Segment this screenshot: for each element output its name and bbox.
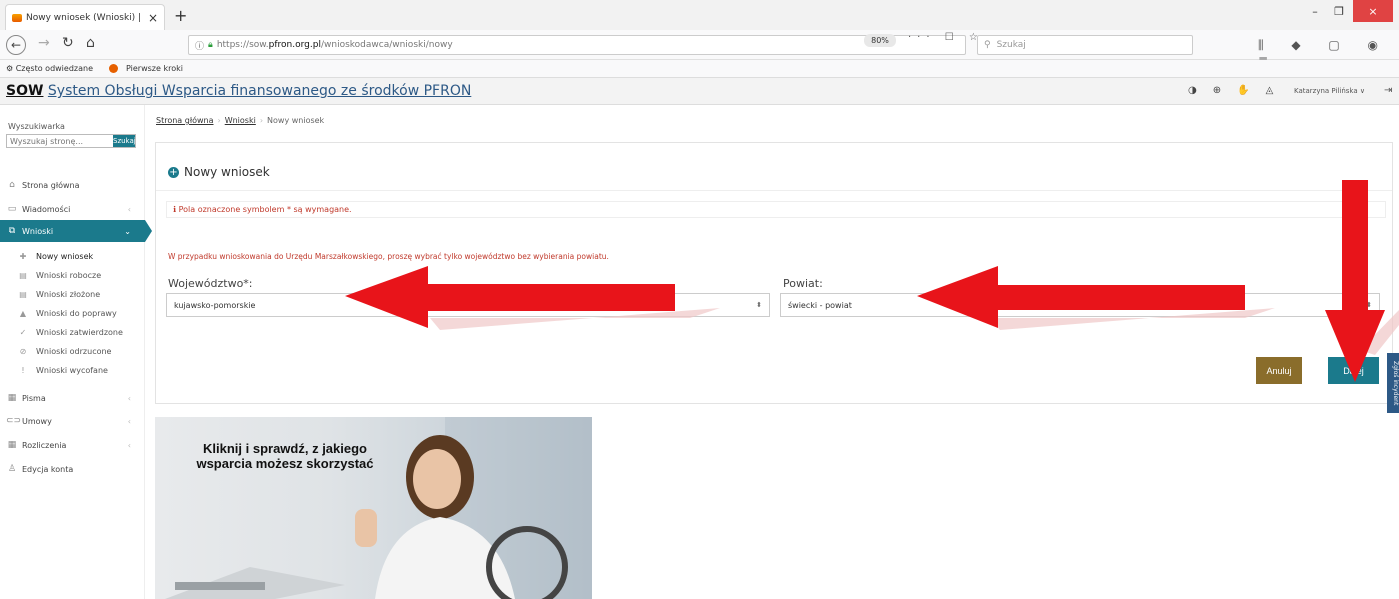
plus-circle-icon: +	[168, 166, 179, 178]
maximize-icon[interactable]: ❐	[1330, 0, 1348, 22]
warning-icon: ▲	[19, 309, 27, 318]
bookmark-most-visited[interactable]: ⚙ Często odwiedzane	[6, 64, 101, 73]
exclamation-icon: !	[21, 366, 25, 375]
search-icon: ⚲	[984, 40, 991, 50]
next-button[interactable]: Dalej	[1328, 357, 1379, 384]
site-favicon-icon	[12, 13, 22, 22]
select-caret-icon: ⬍	[756, 301, 762, 309]
sidebar-sub-drafts[interactable]: ▤ Wnioski robocze	[0, 266, 145, 285]
envelope-icon: ▭	[7, 204, 17, 214]
info-icon[interactable]: ⓘ	[195, 39, 204, 52]
browser-tab-bar: Nowy wniosek (Wnioski) | SOW × + – ❐ ×	[0, 0, 1399, 30]
page-actions-icon[interactable]: ··· ☐ ☆	[908, 32, 984, 43]
new-tab-icon[interactable]: +	[174, 6, 187, 25]
sidebar-item-settlements[interactable]: ▦ Rozliczenia ‹	[0, 434, 145, 456]
sidebar-search: Szukaj	[6, 134, 136, 148]
window-close-icon[interactable]: ×	[1353, 0, 1393, 22]
sidebar-sub-to-correct[interactable]: ▲ Wnioski do poprawy	[0, 304, 145, 323]
back-icon[interactable]: ←	[6, 35, 26, 55]
sidebar-sub-submitted[interactable]: ▤ Wnioski złożone	[0, 285, 145, 304]
user-menu[interactable]: Katarzyna Pilińska ∨	[1294, 87, 1365, 95]
lock-icon: 🔒︎	[208, 40, 213, 50]
cancel-button[interactable]: Anuluj	[1256, 357, 1302, 384]
zoom-icon[interactable]: ⊕	[1213, 85, 1221, 96]
ban-icon: ⊘	[19, 347, 27, 356]
app-header: SOW System Obsługi Wsparcia finansowaneg…	[0, 78, 1399, 105]
banner-headline-2: wsparcia możesz skorzystać	[196, 456, 374, 471]
minimize-icon[interactable]: –	[1306, 0, 1324, 22]
breadcrumb: Strona główna › Wnioski › Nowy wniosek	[156, 116, 325, 125]
sidebar-item-home[interactable]: ⌂ Strona główna	[0, 174, 145, 196]
home-icon[interactable]: ⌂	[86, 35, 95, 51]
sidebar-search-button[interactable]: Szukaj	[113, 135, 136, 147]
select-caret-icon: ⬍	[1366, 301, 1372, 309]
sidebar-sub-approved[interactable]: ✓ Wnioski zatwierdzone	[0, 323, 145, 342]
table-icon: ▦	[7, 440, 17, 450]
header-icons: ◑ ⊕ ✋ ◬	[1188, 85, 1273, 96]
hint-text: W przypadku wnioskowania do Urzędu Marsz…	[168, 252, 609, 261]
breadcrumb-current: Nowy wniosek	[267, 116, 325, 125]
document-icon: ▤	[19, 271, 27, 280]
divider	[156, 190, 1392, 191]
brand-short: SOW	[6, 83, 44, 99]
sidebar-sub-withdrawn[interactable]: ! Wnioski wycofane	[0, 361, 145, 380]
url-text: https://sow.pfron.org.pl/wnioskodawca/wn…	[216, 40, 453, 50]
browser-search-input[interactable]: ⚲ Szukaj	[977, 35, 1193, 55]
banner-headline-1: Kliknij i sprawdź, z jakiego	[203, 441, 367, 456]
county-select[interactable]: świecki - powiat ⬍	[780, 293, 1380, 317]
plus-circle-icon: ✚	[19, 252, 27, 261]
sidebar-item-letters[interactable]: ▦ Pisma ‹	[0, 387, 145, 409]
browser-nav-bar: ← → ↻ ⌂ ⓘ 🔒︎ https://sow.pfron.org.pl/wn…	[0, 30, 1399, 67]
contrast-icon[interactable]: ◑	[1188, 85, 1197, 96]
bookmarks-bar: ⚙ Często odwiedzane Pierwsze kroki	[0, 60, 1399, 78]
breadcrumb-home[interactable]: Strona główna	[156, 116, 214, 125]
sign-language-icon[interactable]: ✋	[1237, 85, 1249, 96]
county-label: Powiat:	[783, 277, 823, 290]
home-icon: ⌂	[9, 180, 15, 190]
page-title: + Nowy wniosek	[168, 165, 270, 179]
sidebar: Wyszukiwarka Szukaj ⌂Strona główna ▭Wiad…	[0, 105, 152, 599]
required-fields-note: ℹ Pola oznaczone symbolem * są wymagane.	[166, 201, 1386, 218]
forward-icon[interactable]: →	[38, 35, 50, 51]
sidebar-item-messages[interactable]: ▭ Wiadomości ‹	[0, 198, 145, 220]
new-application-panel: + Nowy wniosek ℹ Pola oznaczone symbolem…	[155, 142, 1393, 404]
voivodeship-select[interactable]: kujawsko-pomorskie ⬍	[166, 293, 770, 317]
brand-full: System Obsługi Wsparcia finansowanego ze…	[47, 83, 472, 99]
sidebar-item-applications[interactable]: ⧉ Wnioski ⌄	[0, 220, 152, 242]
sidebar-item-account[interactable]: ♙ Edycja konta	[0, 458, 145, 480]
sidebar-sub-new-application[interactable]: ✚ Nowy wniosek	[0, 247, 145, 266]
firefox-icon	[109, 64, 118, 73]
handshake-icon: ⊂⊃	[6, 416, 22, 426]
close-tab-icon[interactable]: ×	[148, 11, 158, 25]
newspaper-icon: ▦	[7, 393, 17, 403]
report-incident-tab[interactable]: Zgłoś incydent	[1387, 353, 1399, 413]
logout-icon[interactable]: ⇥	[1384, 85, 1392, 96]
user-icon: ♙	[7, 464, 17, 474]
sidebar-search-input[interactable]	[7, 135, 113, 147]
app-brand[interactable]: SOW System Obsługi Wsparcia finansowaneg…	[6, 83, 471, 99]
url-bar[interactable]: ⓘ 🔒︎ https://sow.pfron.org.pl/wnioskodaw…	[188, 35, 966, 55]
sidebar-sub-rejected[interactable]: ⊘ Wnioski odrzucone	[0, 342, 145, 361]
document-icon: ▤	[19, 290, 27, 299]
promo-banner[interactable]: Kliknij i sprawdź, z jakiego wsparcia mo…	[155, 417, 592, 599]
copy-icon: ⧉	[8, 226, 16, 236]
bookmark-getting-started[interactable]: Pierwsze kroki	[109, 64, 191, 73]
voivodeship-label: Województwo*:	[168, 277, 253, 290]
breadcrumb-applications[interactable]: Wnioski	[225, 116, 256, 125]
browser-tab[interactable]: Nowy wniosek (Wnioski) | SOW ×	[5, 4, 165, 30]
bell-icon[interactable]: ◬	[1266, 85, 1274, 96]
search-label: Wyszukiwarka	[8, 122, 65, 131]
reload-icon[interactable]: ↻	[62, 35, 74, 51]
sidebar-item-agreements[interactable]: ⊂⊃ Umowy ‹	[0, 410, 145, 432]
tab-title: Nowy wniosek (Wnioski) | SOW	[26, 12, 144, 23]
search-placeholder: Szukaj	[996, 40, 1026, 50]
zoom-level[interactable]: 80%	[864, 34, 896, 47]
check-circle-icon: ✓	[19, 328, 27, 337]
